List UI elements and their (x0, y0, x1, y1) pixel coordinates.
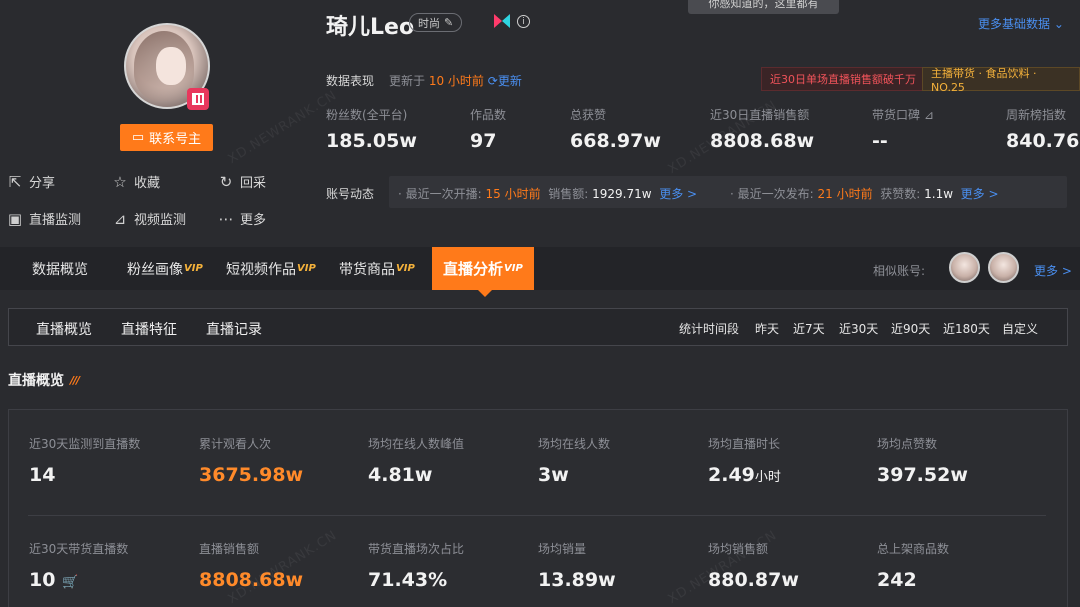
last-post-info: · 最近一次发布: 21 小时前 获赞数: 1.1w 更多 > (730, 187, 999, 201)
range-yesterday[interactable]: 昨天 (755, 320, 779, 337)
metric-value: 10 🛒 (29, 569, 79, 591)
tab-fans-profile[interactable]: 粉丝画像 VIP (127, 247, 203, 290)
stat-label-works: 作品数 (470, 108, 507, 122)
slashes-icon: /// (70, 373, 80, 387)
tab-overview[interactable]: 数据概览 (32, 247, 88, 290)
trend-icon: ⊿ (923, 108, 934, 122)
chart-icon: ⊿ (113, 209, 127, 228)
metric-value: 242 (877, 569, 917, 591)
metric-label: 近30天监测到直播数 (29, 437, 141, 451)
watermark: XD.NEWRANK.CN (225, 87, 340, 168)
range-label: 统计时间段 (679, 322, 740, 336)
metric-label: 总上架商品数 (877, 542, 950, 556)
subtab-live-features[interactable]: 直播特征 (121, 319, 177, 339)
metric-value: 397.52w (877, 464, 968, 486)
updated-info: 更新于 10 小时前 ⟳更新 (389, 74, 522, 88)
share-icon: ⇱ (8, 172, 22, 191)
chevron-down-icon: ⌄ (1053, 17, 1064, 31)
stat-value-fans: 185.05w (326, 130, 417, 152)
metric-label: 场均销量 (538, 542, 587, 556)
metric-value: 2.49小时 (708, 464, 781, 486)
recollect-button[interactable]: ↻ 回采 (218, 172, 266, 192)
star-icon: ☆ (113, 172, 127, 191)
metric-label: 直播销售额 (199, 542, 260, 556)
range-30d[interactable]: 近30天 (839, 320, 878, 337)
similar-account-avatar[interactable] (949, 252, 980, 283)
metric-label: 带货直播场次占比 (368, 542, 465, 556)
metric-label: 近30天带货直播数 (29, 542, 129, 556)
metric-value: 13.89w (538, 569, 616, 591)
rank-badge[interactable]: 主播带货 · 食品饮料 · NO.25 (922, 67, 1080, 94)
category-tag[interactable]: 时尚 ✎ (409, 13, 463, 32)
tab-products[interactable]: 带货商品 VIP (339, 247, 415, 290)
divider (28, 515, 1046, 516)
live-monitor-button[interactable]: ▣ 直播监测 (7, 209, 81, 229)
stat-value-reputation: -- (872, 130, 888, 152)
more-icon: ⋯ (218, 209, 234, 228)
more-actions-button[interactable]: ⋯ 更多 (218, 209, 267, 229)
info-icon[interactable]: i (517, 15, 530, 28)
range-7d[interactable]: 近7天 (793, 320, 825, 337)
favorite-button[interactable]: ☆ 收藏 (112, 172, 160, 192)
message-icon: ▭ (131, 130, 145, 145)
similar-account-avatar[interactable] (988, 252, 1019, 283)
range-180d[interactable]: 近180天 (943, 320, 990, 337)
share-button[interactable]: ⇱ 分享 (7, 172, 55, 192)
range-custom[interactable]: 自定义 (1002, 320, 1038, 337)
stat-label-reputation: 带货口碑 ⊿ (872, 108, 934, 122)
similar-accounts-label: 相似账号: (873, 264, 926, 278)
metric-label: 累计观看人次 (199, 437, 272, 451)
contact-owner-button[interactable]: ▭ 联系号主 (120, 124, 213, 151)
stat-label-likes: 总获赞 (570, 108, 607, 122)
cart-icon: 🛒 (62, 575, 79, 590)
dynamics-label: 账号动态 (326, 187, 375, 201)
account-name: 琦儿Leo (326, 15, 415, 40)
stat-value-likes: 668.97w (570, 130, 661, 152)
subtab-live-overview[interactable]: 直播概览 (36, 319, 92, 339)
stat-value-works: 97 (470, 130, 497, 152)
section-title: 直播概览/// (8, 373, 80, 389)
metric-value: 3w (538, 464, 569, 486)
edit-icon: ✎ (444, 16, 454, 29)
qr-code-icon[interactable] (187, 88, 209, 110)
metric-label: 场均在线人数 (538, 437, 611, 451)
last-live-info: · 最近一次开播: 15 小时前 销售额: 1929.71w 更多 > (398, 187, 698, 201)
similar-more-link[interactable]: 更多 > (1034, 262, 1072, 279)
range-90d[interactable]: 近90天 (891, 320, 930, 337)
tab-live-analysis[interactable]: 直播分析 VIP (432, 247, 534, 290)
sales-record-badge: 近30日单场直播销售额破千万 (761, 67, 925, 91)
tooltip: 你感知道的，这里都有 (688, 0, 839, 14)
stat-label-index: 周新榜指数 (1006, 108, 1067, 122)
platform-logo-icon (494, 14, 510, 28)
stat-label-fans: 粉丝数(全平台) (326, 108, 408, 122)
subtab-live-records[interactable]: 直播记录 (206, 319, 262, 339)
refresh-icon: ↻ (219, 172, 233, 191)
live-icon: ▣ (7, 209, 23, 228)
metric-value: 14 (29, 464, 56, 486)
video-monitor-button[interactable]: ⊿ 视频监测 (112, 209, 186, 229)
active-tab-indicator (478, 290, 492, 297)
metric-label: 场均在线人数峰值 (368, 437, 465, 451)
metric-label: 场均直播时长 (708, 437, 781, 451)
more-basic-data-link[interactable]: 更多基础数据 ⌄ (978, 15, 1064, 32)
live-more-link[interactable]: 更多 > (659, 187, 697, 201)
performance-label: 数据表现 (326, 74, 375, 88)
tab-short-videos[interactable]: 短视频作品 VIP (226, 247, 316, 290)
stat-value-index: 840.76 (1006, 130, 1080, 152)
metric-value: 4.81w (368, 464, 433, 486)
metric-value: 3675.98w (199, 464, 304, 486)
update-link[interactable]: ⟳更新 (488, 74, 522, 88)
metric-label: 场均点赞数 (877, 437, 938, 451)
post-more-link[interactable]: 更多 > (961, 187, 999, 201)
metric-value: 71.43% (368, 569, 448, 591)
